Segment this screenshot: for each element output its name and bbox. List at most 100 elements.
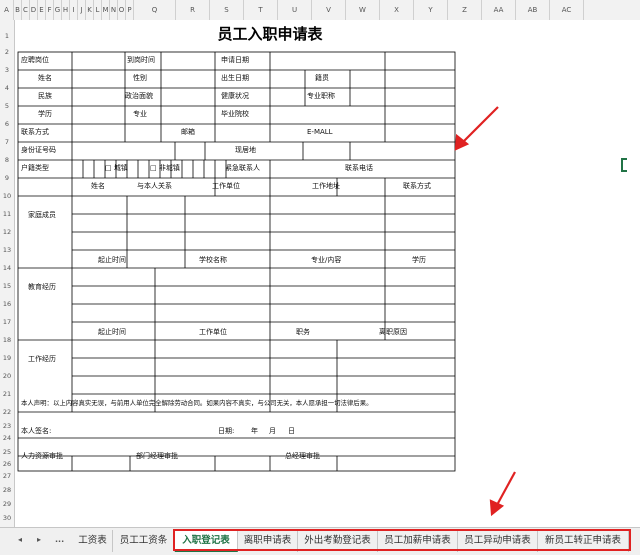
row-header-29[interactable]: 29 bbox=[0, 500, 14, 509]
row-header-17[interactable]: 17 bbox=[0, 318, 14, 327]
work-header-period: 起止时间 bbox=[98, 328, 126, 336]
section-education: 教育经历 bbox=[28, 283, 56, 291]
tab-onboarding[interactable]: 入职登记表 bbox=[175, 530, 238, 552]
family-header-relation: 与本人关系 bbox=[137, 182, 172, 190]
row-header-21[interactable]: 21 bbox=[0, 390, 14, 399]
tab-scroll-left-icon[interactable]: ◂ bbox=[18, 535, 22, 544]
row-header-4[interactable]: 4 bbox=[0, 84, 14, 93]
annotation-arrow-top bbox=[463, 106, 499, 142]
column-header-z[interactable]: Z bbox=[448, 0, 482, 20]
work-header-employer: 工作单位 bbox=[199, 328, 227, 336]
selected-cell-edge[interactable] bbox=[621, 158, 627, 172]
row-header-22[interactable]: 22 bbox=[0, 408, 14, 417]
label-id: 身份证号码 bbox=[21, 146, 56, 154]
row-header-10[interactable]: 10 bbox=[0, 192, 14, 201]
label-year: 年 bbox=[251, 427, 258, 435]
column-header-t[interactable]: T bbox=[244, 0, 278, 20]
label-arrival: 到岗时间 bbox=[127, 56, 155, 64]
row-header-1[interactable]: 1 bbox=[0, 32, 14, 41]
annotation-arrowhead-bottom bbox=[489, 499, 505, 517]
column-header-g[interactable]: G bbox=[54, 0, 62, 20]
column-header-c[interactable]: C bbox=[22, 0, 30, 20]
row-header-13[interactable]: 13 bbox=[0, 246, 14, 255]
section-work: 工作经历 bbox=[28, 355, 56, 363]
label-hukou: 户籍类型 bbox=[21, 164, 49, 172]
column-header-b[interactable]: B bbox=[14, 0, 22, 20]
column-header-u[interactable]: U bbox=[278, 0, 312, 20]
column-header-m[interactable]: M bbox=[102, 0, 110, 20]
label-health: 健康状况 bbox=[221, 92, 249, 100]
column-header-o[interactable]: O bbox=[118, 0, 126, 20]
tab-transfer[interactable]: 员工异动申请表 bbox=[458, 530, 538, 552]
row-header-24[interactable]: 24 bbox=[0, 434, 14, 443]
worksheet[interactable]: 员工入职申请表 应聘岗位 到岗时间 申请日期 姓名 性别 出生日期 籍贯 民族 … bbox=[15, 20, 640, 527]
label-gm-approval: 总经理审批 bbox=[285, 452, 320, 460]
label-birth: 出生日期 bbox=[221, 74, 249, 82]
row-header-25[interactable]: 25 bbox=[0, 448, 14, 457]
row-header-9[interactable]: 9 bbox=[0, 174, 14, 183]
column-header-ab[interactable]: AB bbox=[516, 0, 550, 20]
column-header-y[interactable]: Y bbox=[414, 0, 448, 20]
row-header-5[interactable]: 5 bbox=[0, 102, 14, 111]
column-header-s[interactable]: S bbox=[210, 0, 244, 20]
column-header-w[interactable]: W bbox=[346, 0, 380, 20]
row-header-8[interactable]: 8 bbox=[0, 156, 14, 165]
row-header-6[interactable]: 6 bbox=[0, 120, 14, 129]
column-header-r[interactable]: R bbox=[176, 0, 210, 20]
tab-resignation[interactable]: 离职申请表 bbox=[238, 530, 298, 552]
column-header-l[interactable]: L bbox=[94, 0, 102, 20]
annotation-arrows bbox=[454, 106, 516, 517]
label-education: 学历 bbox=[38, 110, 52, 118]
row-header-30[interactable]: 30 bbox=[0, 514, 14, 523]
row-header-14[interactable]: 14 bbox=[0, 264, 14, 273]
tab-salary-slip[interactable]: 员工工资条 bbox=[113, 530, 175, 552]
column-header-i[interactable]: I bbox=[70, 0, 78, 20]
family-header-name: 姓名 bbox=[91, 182, 105, 190]
row-header-28[interactable]: 28 bbox=[0, 486, 14, 495]
row-header-2[interactable]: 2 bbox=[0, 48, 14, 57]
row-header-23[interactable]: 23 bbox=[0, 422, 14, 431]
tab-raise[interactable]: 员工加薪申请表 bbox=[378, 530, 458, 552]
tab-scroll-right-icon[interactable]: ▸ bbox=[37, 535, 41, 544]
edu-header-major: 专业/内容 bbox=[311, 256, 342, 264]
row-header-20[interactable]: 20 bbox=[0, 372, 14, 381]
row-header-15[interactable]: 15 bbox=[0, 282, 14, 291]
column-header-e[interactable]: E bbox=[38, 0, 46, 20]
tab-salary[interactable]: 工资表 bbox=[73, 530, 113, 552]
column-header-h[interactable]: H bbox=[62, 0, 70, 20]
column-header-aa[interactable]: AA bbox=[482, 0, 516, 20]
row-header-3[interactable]: 3 bbox=[0, 66, 14, 75]
row-header-7[interactable]: 7 bbox=[0, 138, 14, 147]
row-header-18[interactable]: 18 bbox=[0, 336, 14, 345]
form-title: 员工入职申请表 bbox=[217, 25, 323, 43]
column-header-ac[interactable]: AC bbox=[550, 0, 584, 20]
row-header-11[interactable]: 11 bbox=[0, 210, 14, 219]
label-day: 日 bbox=[288, 427, 295, 435]
tab-attendance[interactable]: 外出考勤登记表 bbox=[298, 530, 378, 552]
label-gender: 性别 bbox=[133, 74, 147, 82]
tab-probation[interactable]: 新员工转正申请表 bbox=[538, 530, 629, 552]
column-header-x[interactable]: X bbox=[380, 0, 414, 20]
row-header-26[interactable]: 26 bbox=[0, 460, 14, 469]
label-position: 应聘岗位 bbox=[21, 56, 49, 64]
label-name: 姓名 bbox=[38, 74, 52, 82]
column-header-k[interactable]: K bbox=[86, 0, 94, 20]
column-header-n[interactable]: N bbox=[110, 0, 118, 20]
row-header-16[interactable]: 16 bbox=[0, 300, 14, 309]
tab-more-ellipsis[interactable]: ... bbox=[55, 535, 64, 544]
column-header-j[interactable]: J bbox=[78, 0, 86, 20]
edu-header-degree: 学历 bbox=[412, 256, 426, 264]
column-header-q[interactable]: Q bbox=[134, 0, 176, 20]
row-header-27[interactable]: 27 bbox=[0, 472, 14, 481]
label-email: 邮箱 bbox=[181, 128, 195, 136]
column-header-a[interactable]: A bbox=[0, 0, 14, 20]
label-political: 政治面貌 bbox=[125, 92, 153, 100]
column-header-p[interactable]: P bbox=[126, 0, 134, 20]
family-header-contact: 联系方式 bbox=[403, 182, 431, 190]
row-header-19[interactable]: 19 bbox=[0, 354, 14, 363]
column-header-f[interactable]: F bbox=[46, 0, 54, 20]
column-header-d[interactable]: D bbox=[30, 0, 38, 20]
label-phone: 联系电话 bbox=[345, 164, 373, 172]
row-header-12[interactable]: 12 bbox=[0, 228, 14, 237]
column-header-v[interactable]: V bbox=[312, 0, 346, 20]
